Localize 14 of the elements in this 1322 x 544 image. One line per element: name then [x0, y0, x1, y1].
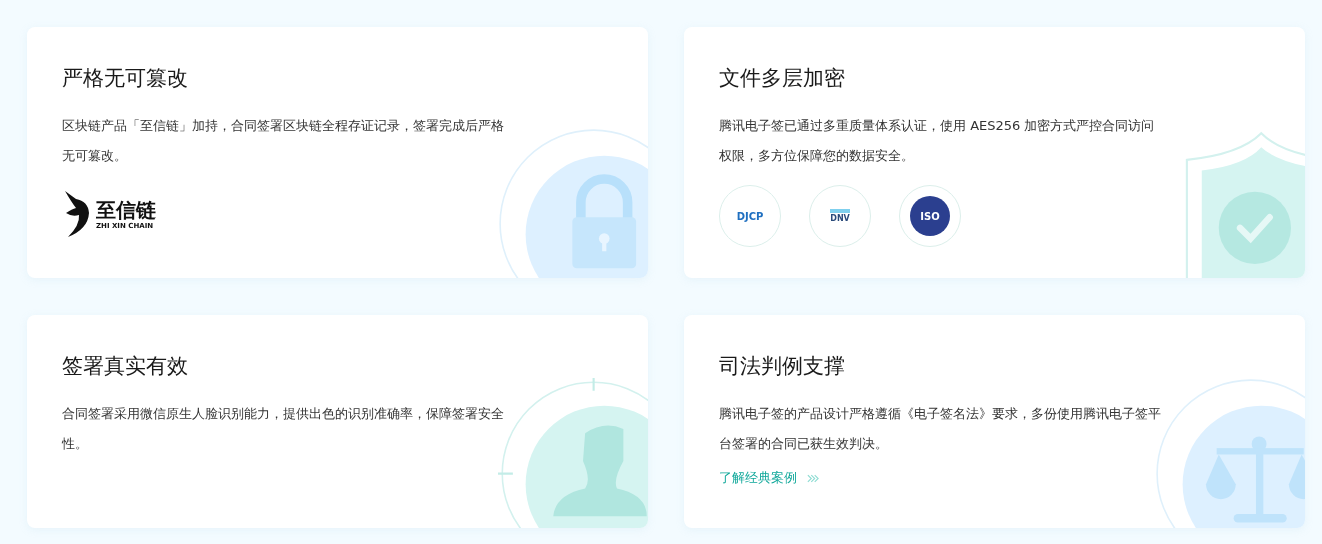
certification-badge: ISO [899, 185, 961, 247]
card-description: 腾讯电子签的产品设计严格遵循《电子签名法》要求，多份使用腾讯电子签平台签署的合同已获生效判决。 [719, 405, 1162, 453]
card-title: 司法判例支撑 [719, 353, 846, 380]
card-title: 文件多层加密 [719, 65, 846, 92]
certification-badge: DNV [809, 185, 871, 247]
card-title: 严格无可篡改 [62, 65, 189, 92]
logo-name: 至信链 [96, 198, 156, 222]
card-description: 区块链产品「至信链」加持，合同签署区块链全程存证记录，签署完成后严格无可篡改。 [62, 117, 505, 165]
cases-link[interactable]: 了解经典案例 [719, 469, 819, 487]
card-description: 合同签署采用微信原生人脸识别能力，提供出色的识别准确率，保障签署安全性。 [62, 405, 505, 453]
card-title: 签署真实有效 [62, 353, 189, 380]
chevrons-icon [807, 473, 819, 483]
certification-badge: DJCP [719, 185, 781, 247]
card-description: 腾讯电子签已通过多重质量体系认证，使用 AES256 加密方式严控合同访问权限，多方位保障您的数据安全。 [719, 117, 1156, 165]
